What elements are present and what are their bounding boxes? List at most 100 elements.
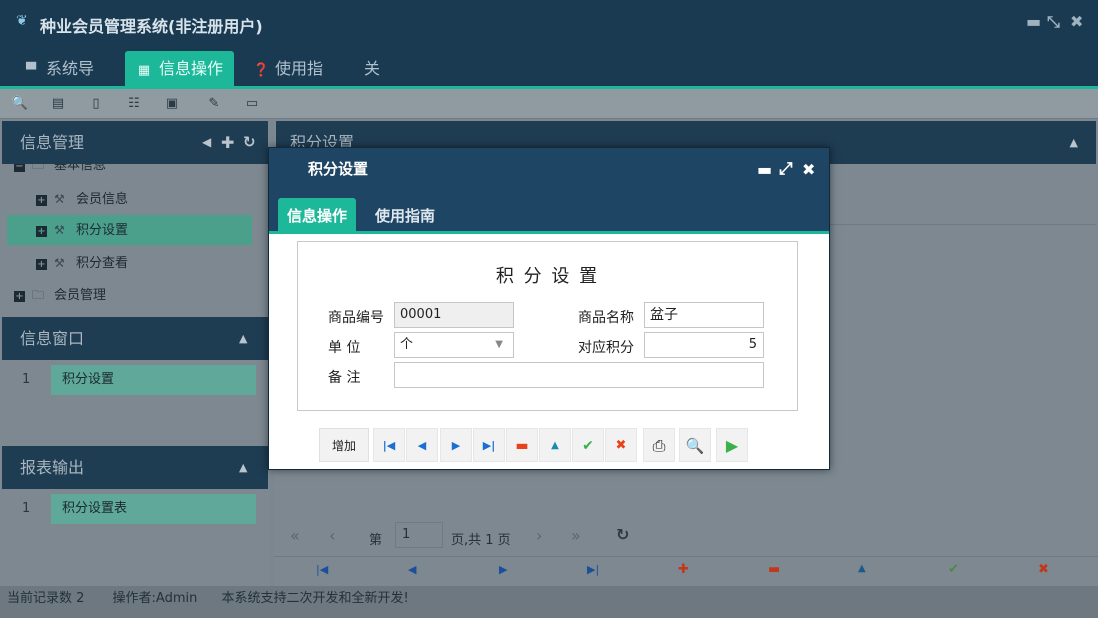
dialog-title: 积分设置	[308, 160, 369, 178]
expand-icon[interactable]: +	[36, 226, 47, 237]
tools-icon: ⚒	[54, 223, 65, 237]
last-record-icon[interactable]: ▶|	[587, 563, 599, 576]
dialog-header: 积分设置 ▬ ⤢ ✖	[269, 148, 829, 191]
page-input[interactable]: 1	[395, 522, 443, 548]
confirm-icon[interactable]: ✔	[572, 428, 604, 462]
page-icon[interactable]: ▯	[86, 94, 106, 114]
prev-record-icon[interactable]: ◀	[406, 428, 438, 462]
tab-label: 信息操作	[159, 59, 224, 78]
expand-icon[interactable]: +	[36, 195, 47, 206]
button-label: 增加	[331, 439, 356, 453]
add-record-icon[interactable]: ✚	[678, 562, 689, 577]
restore-icon[interactable]: ⤡	[1047, 12, 1060, 32]
first-record-icon[interactable]: |◀	[373, 428, 405, 462]
tab-system-nav[interactable]: ▀系统导航	[14, 51, 114, 115]
list-icon[interactable]: ▤	[48, 94, 68, 114]
row-number: 1	[22, 501, 31, 516]
main-menu: ▀系统导航 ▦ 信息操作 ❓使用指南 关于	[0, 46, 1098, 115]
close-icon[interactable]: ✖	[1070, 12, 1083, 31]
info-mgmt-header: 信息管理 ◀ ✚ ↻	[2, 121, 268, 164]
name-label: 商品名称	[578, 310, 634, 326]
edit-icon[interactable]: ✎	[204, 94, 224, 114]
run-icon[interactable]: ▶	[716, 428, 748, 462]
collapse-icon[interactable]: −	[14, 164, 25, 172]
points-field[interactable]: 5	[644, 332, 764, 358]
tools-icon: ⚒	[54, 256, 65, 270]
unit-label: 单 位	[328, 340, 361, 356]
help-icon: ❓	[253, 63, 270, 78]
tree-item-points-view[interactable]: + ⚒ 积分查看	[36, 248, 252, 278]
tab-label: 信息操作	[287, 207, 348, 225]
refresh-icon[interactable]: ↻	[243, 121, 256, 164]
last-record-icon[interactable]: ▶|	[473, 428, 505, 462]
dialog-tab-user-guide[interactable]: 使用指南	[366, 198, 444, 234]
report-row[interactable]: 1 积分设置表	[6, 494, 256, 524]
tab-user-guide[interactable]: ❓使用指南	[243, 51, 343, 115]
add-icon[interactable]: ✚	[221, 121, 234, 164]
collapse-up-icon[interactable]: ▲	[1070, 121, 1078, 164]
panel-title: 报表输出	[20, 458, 85, 477]
edit-record-icon[interactable]: ▲	[858, 563, 866, 574]
unit-value: 个	[400, 337, 414, 352]
page-prefix: 第	[369, 533, 383, 548]
row-label: 积分设置表	[51, 494, 256, 524]
next-record-icon[interactable]: ▶	[499, 563, 507, 576]
prev-page-icon[interactable]: ‹	[329, 526, 335, 545]
minimize-icon[interactable]: ▬	[757, 148, 772, 191]
next-page-icon[interactable]: ›	[536, 526, 542, 545]
expand-icon[interactable]: +	[14, 291, 25, 302]
info-tree: − 🗀 基本信息 + ⚒ 会员信息 + ⚒ 积分设置 + ⚒ 积分查看 + 🗀 会员管理	[2, 164, 268, 317]
close-icon[interactable]: ✖	[802, 148, 815, 191]
tab-info-ops[interactable]: ▦ 信息操作	[125, 51, 234, 86]
reload-icon[interactable]: ↻	[616, 525, 629, 544]
remark-field[interactable]	[394, 362, 764, 388]
row-number: 1	[22, 372, 31, 387]
dialog-tab-info-ops[interactable]: 信息操作	[278, 198, 357, 234]
collapse-up-icon[interactable]: ▲	[239, 446, 247, 489]
last-page-icon[interactable]: »	[571, 526, 581, 545]
folder-icon: 🗀	[32, 288, 45, 302]
record-nav-bar: |◀ ◀ ▶ ▶| ✚ ▬ ▲ ✔ ✖	[274, 556, 1098, 586]
form-heading: 积 分 设 置	[495, 266, 600, 287]
expand-icon[interactable]: +	[36, 259, 47, 270]
print-preview-icon[interactable]: 🔍	[679, 428, 711, 462]
row-label: 积分设置	[51, 365, 256, 395]
panel-title: 信息窗口	[20, 329, 85, 348]
chevron-down-icon[interactable]: ▼	[495, 333, 503, 357]
collapse-left-icon[interactable]: ◀	[202, 121, 211, 164]
confirm-record-icon[interactable]: ✔	[948, 562, 959, 577]
cancel-icon[interactable]: ✖	[605, 428, 637, 462]
move-up-icon[interactable]: ▲	[539, 428, 571, 462]
grid-icon: ▦	[137, 63, 151, 78]
tab-label: 使用指南	[375, 207, 436, 225]
search-doc-icon[interactable]: 🔍	[10, 94, 30, 114]
product-name-field[interactable]: 盆子	[644, 302, 764, 328]
print-icon[interactable]: ⎙	[643, 428, 675, 462]
tree-folder-member-mgmt[interactable]: + 🗀 会员管理	[14, 280, 264, 310]
tab-about[interactable]: 关于	[354, 51, 404, 113]
window-icon[interactable]: ▭	[242, 94, 262, 114]
tree-folder-basic[interactable]: − 🗀 基本信息	[14, 164, 264, 180]
first-page-icon[interactable]: «	[290, 526, 300, 545]
report-icon[interactable]: ▣	[162, 94, 182, 114]
maximize-icon[interactable]: ⤢	[779, 148, 793, 191]
collapse-up-icon[interactable]: ▲	[239, 317, 247, 360]
seed-logo-icon: ❦	[16, 13, 28, 29]
prev-record-icon[interactable]: ◀	[408, 563, 416, 576]
next-record-icon[interactable]: ▶	[440, 428, 472, 462]
tree-item-points-setting[interactable]: + ⚒ 积分设置	[7, 215, 252, 245]
info-window-row[interactable]: 1 积分设置	[6, 365, 256, 395]
operator: 操作者:Admin	[112, 591, 198, 606]
product-code-field[interactable]: 00001	[394, 302, 514, 328]
tree-item-member-info[interactable]: + ⚒ 会员信息	[36, 184, 252, 214]
delete-icon[interactable]: ▬	[506, 428, 538, 462]
unit-select[interactable]: 个 ▼	[394, 332, 514, 358]
users-icon[interactable]: ☷	[124, 94, 144, 114]
minimize-icon[interactable]: ▬	[1026, 12, 1041, 31]
code-label: 商品编号	[328, 310, 384, 326]
left-sidebar: 信息管理 ◀ ✚ ↻ − 🗀 基本信息 + ⚒ 会员信息 + ⚒ 积分设置 + ⚒ 积分查看 +…	[0, 119, 270, 586]
delete-record-icon[interactable]: ▬	[768, 562, 780, 577]
add-button[interactable]: 增加	[319, 428, 369, 462]
cancel-record-icon[interactable]: ✖	[1038, 562, 1049, 577]
first-record-icon[interactable]: |◀	[316, 563, 328, 576]
